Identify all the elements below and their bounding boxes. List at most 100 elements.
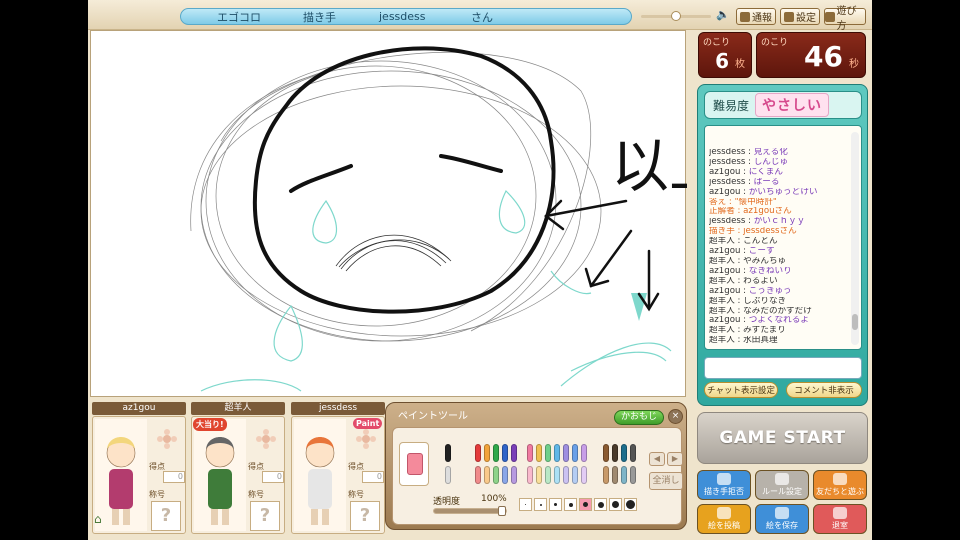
- brush-size-option[interactable]: [579, 498, 592, 511]
- color-pen[interactable]: [581, 466, 587, 484]
- color-pen[interactable]: [545, 466, 551, 484]
- color-pen[interactable]: [475, 466, 481, 484]
- action-button-3[interactable]: 友だちと遊ぶ: [813, 470, 867, 500]
- color-pen[interactable]: [484, 466, 490, 484]
- chat-text: わるよい: [743, 276, 778, 286]
- opacity-label: 透明度: [433, 497, 461, 507]
- action-button-1[interactable]: 描き手拒否: [697, 470, 751, 500]
- player-name: jessdess: [291, 402, 385, 415]
- color-pen[interactable]: [475, 444, 481, 462]
- title-label: 称号: [248, 490, 264, 499]
- chat-text: やみんちゅ: [743, 256, 787, 266]
- color-pen[interactable]: [511, 444, 517, 462]
- chat-scroll-thumb[interactable]: [852, 314, 858, 330]
- paint-tool-close-icon[interactable]: ×: [668, 409, 683, 424]
- color-pen[interactable]: [511, 466, 517, 484]
- color-pen[interactable]: [603, 444, 609, 462]
- color-pen[interactable]: [484, 444, 490, 462]
- chat-text: しんじゅ: [753, 157, 789, 167]
- palette-next-arrow[interactable]: ▶: [667, 452, 683, 466]
- chat-line: jessdess : かいｃｈｙｙ: [709, 217, 847, 227]
- player-card: 超羊人 得点 0 称号? 大当り!: [191, 402, 287, 536]
- remaining-time-label: のこり: [761, 38, 789, 48]
- chat-text: ぱーる: [753, 177, 780, 187]
- palette-prev-arrow[interactable]: ◀: [649, 452, 665, 466]
- color-pen[interactable]: [563, 444, 569, 462]
- help-button[interactable]: 遊び方: [824, 6, 866, 32]
- brush-size-option[interactable]: [624, 498, 637, 511]
- action-button-6[interactable]: 退室: [813, 504, 867, 534]
- opacity-slider[interactable]: [433, 506, 507, 516]
- color-pen[interactable]: [445, 466, 451, 484]
- player-card-body: 得点 0 称号?: [291, 416, 385, 534]
- color-pen[interactable]: [621, 444, 627, 462]
- action-button-5[interactable]: 絵を保存: [755, 504, 809, 534]
- speaker-icon[interactable]: 🔈: [716, 9, 730, 21]
- chat-input[interactable]: [704, 357, 862, 379]
- brush-size-option[interactable]: [519, 498, 532, 511]
- player-avatar[interactable]: [294, 419, 346, 531]
- color-pen[interactable]: [493, 466, 499, 484]
- volume-knob[interactable]: [671, 11, 681, 21]
- player-stats: 得点 0 称号?: [348, 419, 384, 531]
- color-pen[interactable]: [527, 444, 533, 462]
- chat-log[interactable]: jessdess : 見える化 jessdess : しんじゅ az1gou : に…: [704, 125, 862, 350]
- hide-comments-button[interactable]: コメント非表示: [786, 382, 862, 398]
- color-pen[interactable]: [630, 466, 636, 484]
- paint-tool-body: ◀ ▶ 全消し 透明度 100%: [392, 427, 683, 525]
- color-pen[interactable]: [445, 444, 451, 462]
- difficulty-indicator: 難易度 やさしい: [704, 91, 862, 119]
- settings-button[interactable]: 設定: [780, 8, 820, 25]
- color-pen[interactable]: [612, 466, 618, 484]
- report-button[interactable]: 通報: [736, 8, 776, 25]
- brush-size-option[interactable]: [564, 498, 577, 511]
- difficulty-label: 難易度: [713, 98, 750, 113]
- action-button-4[interactable]: 絵を投稿: [697, 504, 751, 534]
- color-pen[interactable]: [536, 466, 542, 484]
- chat-user: 描き手: [709, 227, 735, 237]
- erase-all-button[interactable]: 全消し: [649, 472, 683, 490]
- cards-unit: 枚: [735, 59, 745, 70]
- title-label: 称号: [348, 490, 364, 499]
- color-pen[interactable]: [621, 466, 627, 484]
- color-pen[interactable]: [554, 444, 560, 462]
- home-icon[interactable]: ⌂: [94, 512, 108, 526]
- color-pen[interactable]: [527, 466, 533, 484]
- drawing-canvas[interactable]: 以上: [90, 30, 687, 397]
- color-pen[interactable]: [630, 444, 636, 462]
- kaomoji-button[interactable]: かおもじ: [614, 410, 664, 425]
- chat-text: みずたまり: [743, 326, 786, 336]
- brush-size-option[interactable]: [534, 498, 547, 511]
- chat-separator: :: [734, 207, 744, 217]
- color-pen[interactable]: [612, 444, 618, 462]
- selected-tool-bucket[interactable]: [399, 442, 429, 486]
- color-pen[interactable]: [545, 444, 551, 462]
- color-pen[interactable]: [572, 444, 578, 462]
- chat-separator: :: [734, 256, 744, 266]
- color-pen[interactable]: [554, 466, 560, 484]
- action-button-2[interactable]: ルール設定: [755, 470, 809, 500]
- color-pen[interactable]: [572, 466, 578, 484]
- color-pen[interactable]: [581, 444, 587, 462]
- color-pen[interactable]: [603, 466, 609, 484]
- game-start-button[interactable]: GAME START: [697, 412, 868, 464]
- color-pen[interactable]: [502, 444, 508, 462]
- chat-line: jessdess : ぱーる: [709, 178, 847, 188]
- chat-separator: :: [734, 276, 744, 286]
- color-pen[interactable]: [502, 466, 508, 484]
- volume-slider[interactable]: [641, 11, 711, 21]
- color-pen[interactable]: [493, 444, 499, 462]
- chat-user: az1gou: [709, 247, 741, 257]
- chat-text: 水田真理: [743, 336, 778, 346]
- color-pen[interactable]: [536, 444, 542, 462]
- brush-size-option[interactable]: [609, 498, 622, 511]
- player-avatar[interactable]: [194, 419, 246, 531]
- chat-scrollbar[interactable]: [851, 132, 859, 345]
- chat-text: なみだのかずだけ: [743, 306, 812, 316]
- brush-size-option[interactable]: [594, 498, 607, 511]
- color-pen[interactable]: [563, 466, 569, 484]
- opacity-slider-knob[interactable]: [498, 506, 506, 516]
- chat-display-settings-button[interactable]: チャット表示設定: [704, 382, 778, 398]
- brush-size-option[interactable]: [549, 498, 562, 511]
- avatar-figure: [305, 437, 335, 525]
